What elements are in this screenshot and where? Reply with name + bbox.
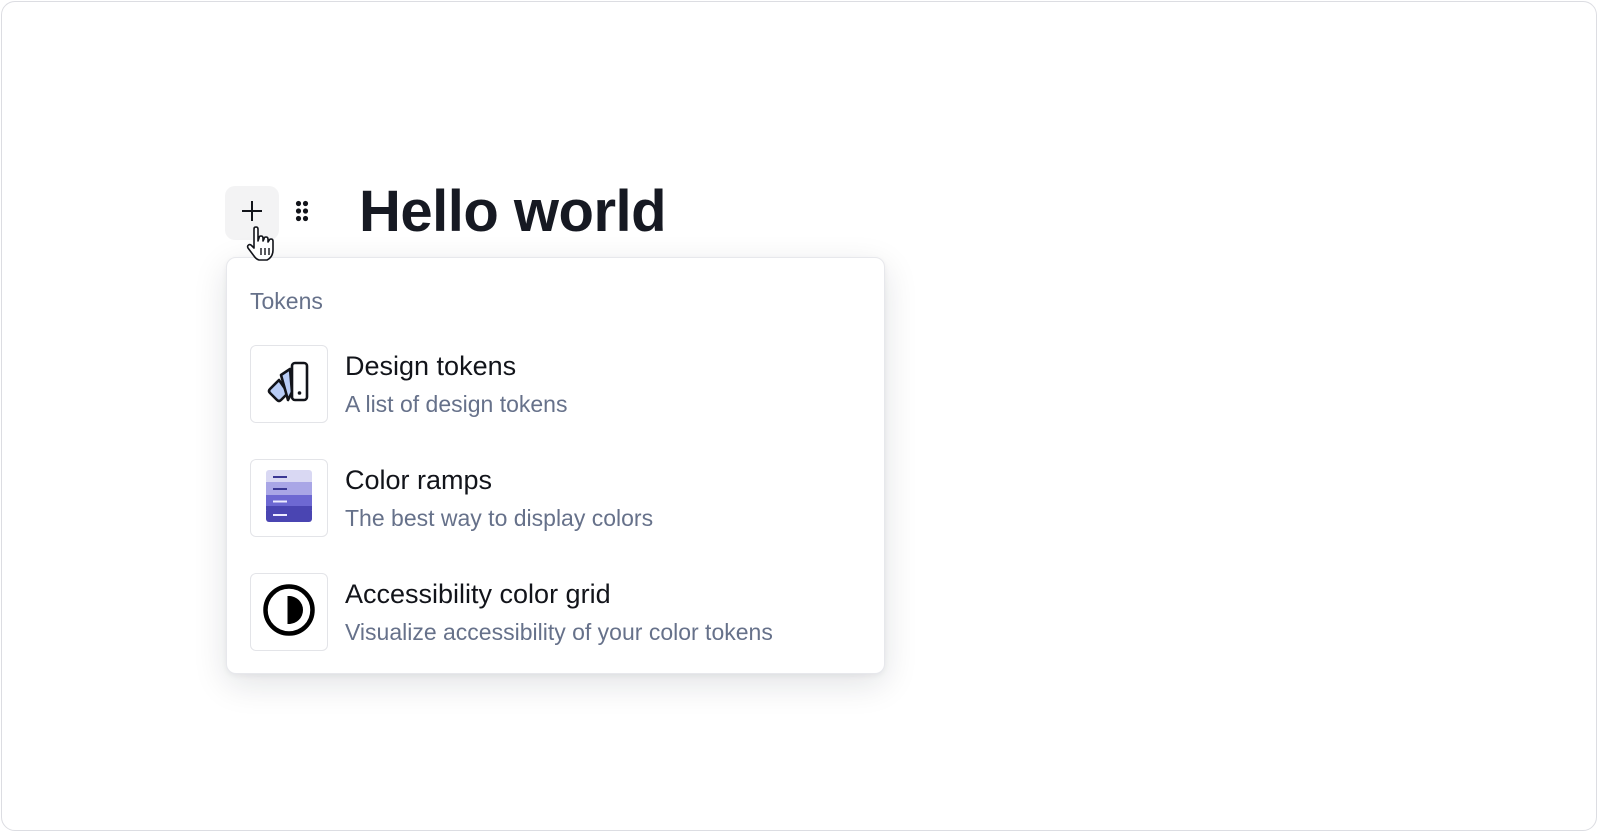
menu-item-accessibility-color-grid[interactable]: Accessibility color grid Visualize acces… xyxy=(250,572,860,652)
page-heading[interactable]: Hello world xyxy=(359,178,667,246)
menu-item-design-tokens[interactable]: Design tokens A list of design tokens xyxy=(250,344,860,424)
plus-icon xyxy=(240,199,264,228)
menu-item-title: Design tokens xyxy=(345,351,517,381)
contrast-icon xyxy=(262,583,316,642)
insert-block-menu: Tokens Design tokens A list of design to… xyxy=(226,257,885,674)
menu-item-texts: Color ramps The best way to display colo… xyxy=(345,464,653,532)
menu-item-icon-box xyxy=(250,459,328,537)
menu-item-description: Visualize accessibility of your color to… xyxy=(345,619,773,645)
menu-item-texts: Design tokens A list of design tokens xyxy=(345,350,567,418)
add-block-button[interactable] xyxy=(225,186,279,240)
swatches-icon xyxy=(267,360,311,409)
menu-section-label: Tokens xyxy=(250,288,323,314)
drag-handle-icon xyxy=(295,200,309,227)
menu-item-description: A list of design tokens xyxy=(345,391,568,417)
drag-handle[interactable] xyxy=(287,186,317,240)
menu-item-color-ramps[interactable]: Color ramps The best way to display colo… xyxy=(250,458,860,538)
menu-item-description: The best way to display colors xyxy=(345,505,654,531)
color-ramp-icon xyxy=(266,469,312,527)
menu-item-title: Color ramps xyxy=(345,465,493,495)
block-controls xyxy=(225,186,317,240)
menu-item-title: Accessibility color grid xyxy=(345,579,611,609)
page-frame: Hello world Tokens Design tokens A list … xyxy=(1,1,1597,831)
menu-item-icon-box xyxy=(250,345,328,423)
menu-item-icon-box xyxy=(250,573,328,651)
menu-item-texts: Accessibility color grid Visualize acces… xyxy=(345,578,773,646)
